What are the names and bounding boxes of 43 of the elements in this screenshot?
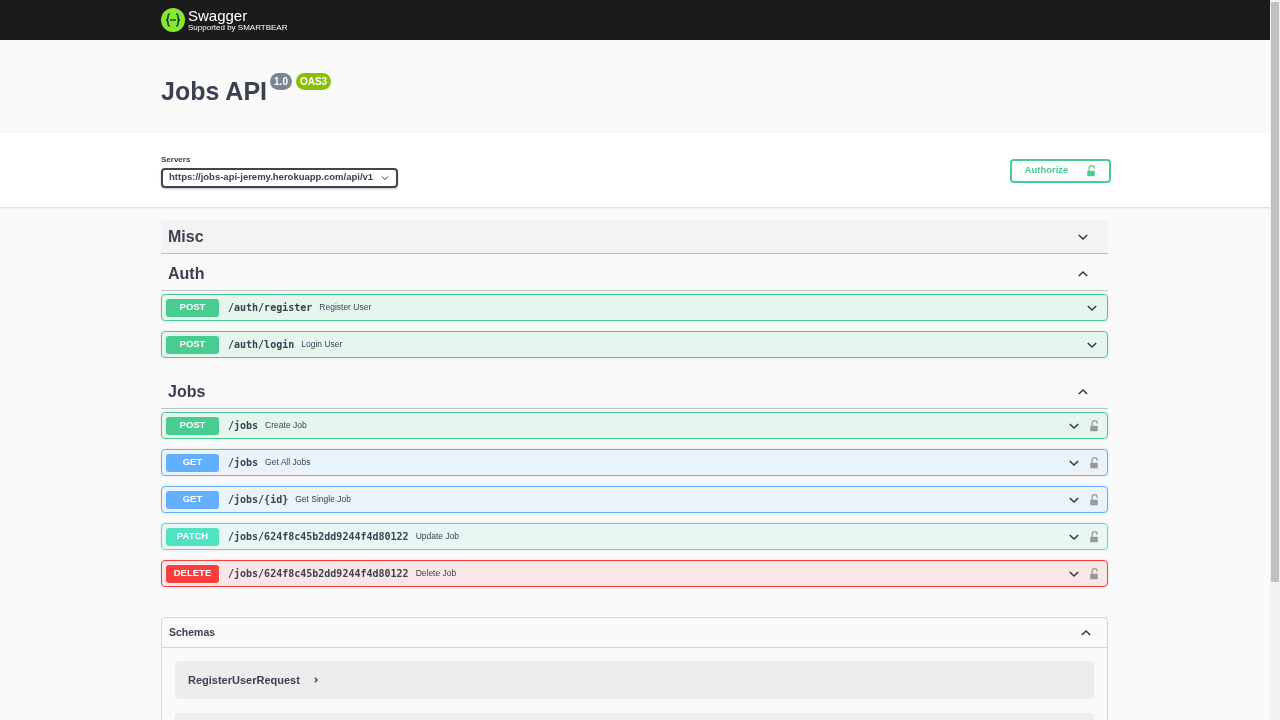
scrollbar-thumb[interactable] [1271,2,1279,582]
tag-header[interactable]: Jobs [161,375,1108,409]
lock-icon [1086,164,1097,177]
schema-item[interactable]: RegisterUserRequest [175,661,1094,699]
operation-row[interactable]: GET /jobs/{id} Get Single Job [161,486,1108,513]
api-title: Jobs API [161,76,268,107]
method-badge: GET [166,490,219,509]
operation-summary: Delete Job [415,567,457,580]
operation-summary: Login User [301,338,343,351]
operation-row[interactable]: POST /jobs Create Job [161,412,1108,439]
brand-name: Swagger [188,8,249,23]
method-badge: GET [166,453,219,472]
operation-path: /auth/register [228,301,313,315]
operation-summary: Register User [319,301,372,314]
operation-path: /auth/login [228,338,295,352]
operation-path: /jobs [228,456,259,470]
tag-header[interactable]: Auth [161,257,1108,291]
operation-path: /jobs/624f8c45b2dd9244f4d80122 [228,530,409,544]
operation-path: /jobs [228,419,259,433]
operation-row[interactable]: DELETE /jobs/624f8c45b2dd9244f4d80122 Delete Job [161,560,1108,587]
schemas-title: Schemas [169,624,216,640]
method-badge: PATCH [166,527,219,546]
method-badge: POST [166,298,219,317]
servers-label: Servers [161,153,192,166]
operation-row[interactable]: POST /auth/register Register User [161,294,1108,321]
server-select[interactable]: https://jobs-api-jeremy.herokuapp.com/api/v1 [161,167,398,188]
method-badge: DELETE [166,564,219,583]
spec-badge: OAS3 [295,73,332,90]
operation-summary: Create Job [265,419,307,432]
operation-summary: Update Job [415,530,460,543]
brand-tagline: Supported by SMARTBEAR [188,24,288,32]
method-badge: POST [166,416,219,435]
method-badge: POST [166,335,219,354]
operation-summary: Get Single Job [295,493,351,506]
operation-row[interactable]: POST /auth/login Login User [161,331,1108,358]
operation-path: /jobs/624f8c45b2dd9244f4d80122 [228,567,409,581]
operation-path: /jobs/{id} [228,493,289,507]
operation-row[interactable]: GET /jobs Get All Jobs [161,449,1108,476]
tag-header[interactable]: Misc [161,220,1108,254]
operation-row[interactable]: PATCH /jobs/624f8c45b2dd9244f4d80122 Update Job [161,523,1108,550]
operation-summary: Get All Jobs [265,456,311,469]
logo-icon [161,8,185,32]
version-badge: 1.0 [270,73,292,90]
